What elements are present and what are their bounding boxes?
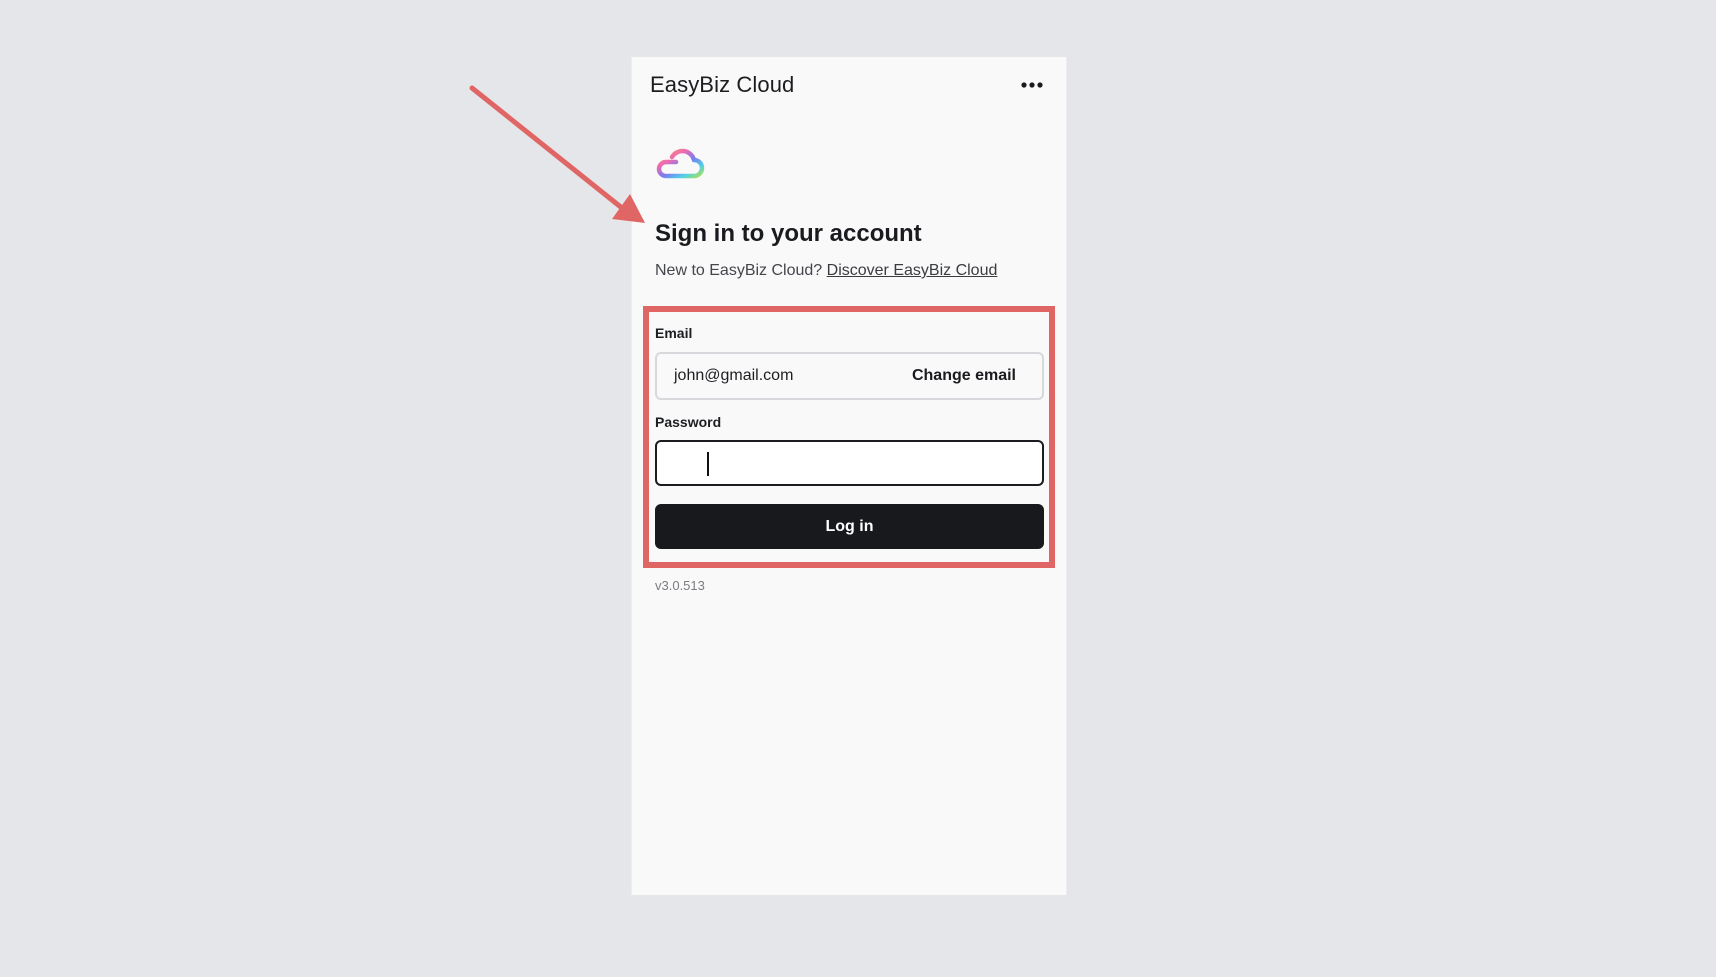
- login-button[interactable]: Log in: [655, 504, 1044, 549]
- cloud-logo-icon: [656, 148, 705, 179]
- signup-prompt: New to EasyBiz Cloud? Discover EasyBiz C…: [655, 262, 997, 280]
- top-bar: EasyBiz Cloud: [650, 65, 1050, 105]
- password-input[interactable]: [657, 442, 1042, 484]
- more-horizontal-icon: [1021, 82, 1043, 88]
- page-title: Sign in to your account: [655, 220, 922, 247]
- password-field[interactable]: [655, 440, 1044, 486]
- more-options-button[interactable]: [1014, 67, 1050, 103]
- signup-prompt-text: New to EasyBiz Cloud?: [655, 262, 823, 279]
- email-field: john@gmail.com Change email: [655, 352, 1044, 400]
- text-caret: [707, 452, 709, 476]
- email-value: john@gmail.com: [674, 367, 794, 384]
- email-label: Email: [655, 325, 693, 341]
- password-label: Password: [655, 414, 722, 430]
- login-form-highlight: Email john@gmail.com Change email Passwo…: [643, 306, 1055, 568]
- change-email-button[interactable]: Change email: [912, 367, 1016, 385]
- app-title: EasyBiz Cloud: [650, 72, 795, 97]
- login-screen: EasyBiz Cloud Sign in to your account Ne…: [631, 57, 1067, 895]
- version-label: v3.0.513: [655, 578, 705, 593]
- discover-link[interactable]: Discover EasyBiz Cloud: [827, 262, 998, 279]
